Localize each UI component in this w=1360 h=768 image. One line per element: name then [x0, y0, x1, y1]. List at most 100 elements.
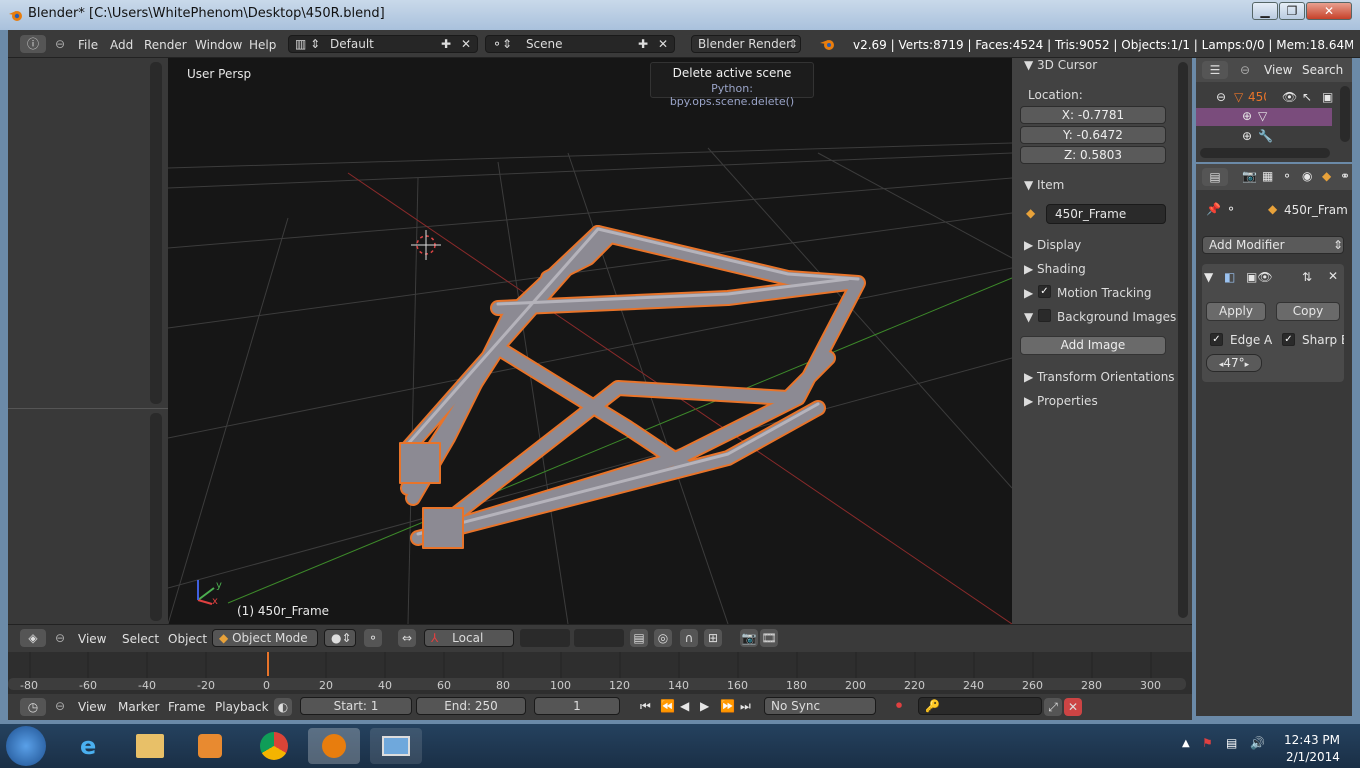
menu-add[interactable]: Add: [110, 38, 133, 52]
panel-motion-tracking[interactable]: ▶: [1024, 286, 1033, 300]
render-animation-icon[interactable]: 🎞: [760, 629, 778, 647]
timeline-menu-view[interactable]: View: [78, 700, 106, 714]
collapse-outliner-icon[interactable]: ⊖: [1240, 63, 1250, 77]
prev-keyframe-icon[interactable]: ⏪: [660, 699, 675, 713]
panel-transform-orientations[interactable]: ▶ Transform Orientations: [1024, 370, 1175, 384]
volume-icon[interactable]: 🔊: [1250, 736, 1265, 750]
render-layers-tab-icon[interactable]: ▦: [1262, 169, 1273, 183]
outliner-row-mesh[interactable]: ⊕ ▽: [1196, 108, 1332, 126]
render-tab-icon[interactable]: 📷: [1242, 169, 1257, 183]
visibility-eye-icon[interactable]: 👁: [1282, 90, 1297, 104]
cursor-z-field[interactable]: Z: 0.5803: [1020, 146, 1166, 164]
sharp-edges-checkbox[interactable]: ✓: [1282, 333, 1295, 346]
start-frame-field[interactable]: Start: 1: [300, 697, 412, 715]
motion-tracking-checkbox[interactable]: ✓: [1038, 285, 1051, 298]
maximize-button[interactable]: ❐: [1279, 2, 1305, 20]
viewport-shading-select[interactable]: ●⇕: [324, 629, 356, 647]
action-center-icon[interactable]: ⚑: [1202, 736, 1213, 750]
collapse-vp-menu-icon[interactable]: ⊖: [55, 631, 65, 645]
proportional-edit-icon[interactable]: ◎: [654, 629, 672, 647]
cursor-y-field[interactable]: Y: -0.6472: [1020, 126, 1166, 144]
close-button[interactable]: ✕: [1306, 2, 1352, 20]
snap-element-icon[interactable]: ⊞: [704, 629, 722, 647]
apply-button[interactable]: Apply: [1206, 302, 1266, 321]
current-frame-field[interactable]: 1: [534, 697, 620, 715]
sync-select[interactable]: No Sync: [764, 697, 876, 715]
scene-tab-icon[interactable]: ⚬: [1282, 169, 1292, 183]
add-modifier-select[interactable]: Add Modifier ⇕: [1202, 236, 1344, 254]
preview-range-icon[interactable]: ◐: [274, 698, 292, 716]
next-keyframe-icon[interactable]: ⏩: [720, 699, 735, 713]
menu-help[interactable]: Help: [249, 38, 276, 52]
scene-selector[interactable]: ⚬⇕ Scene ✚ ✕: [485, 35, 675, 53]
explorer-icon[interactable]: [124, 728, 176, 764]
render-engine-select[interactable]: Blender Render ⇕: [691, 35, 801, 53]
chrome-icon[interactable]: [248, 728, 300, 764]
object-name-field[interactable]: 450r_Frame: [1046, 204, 1166, 224]
outliner-row-modifiers[interactable]: ⊕ 🔧: [1196, 128, 1332, 146]
panel-3d-cursor[interactable]: ▼ 3D Cursor: [1024, 58, 1097, 72]
collapse-timeline-menu-icon[interactable]: ⊖: [55, 699, 65, 713]
panel-shading[interactable]: ▶ Shading: [1024, 262, 1086, 276]
minimize-button[interactable]: ▁: [1252, 2, 1278, 20]
world-tab-icon[interactable]: ◉: [1302, 169, 1312, 183]
vp-menu-view[interactable]: View: [78, 632, 106, 646]
timeline-menu-playback[interactable]: Playback: [215, 700, 269, 714]
selectable-cursor-icon[interactable]: ↖: [1302, 90, 1312, 104]
end-frame-field[interactable]: End: 250: [416, 697, 526, 715]
network-icon[interactable]: ▤: [1226, 736, 1237, 750]
jump-start-icon[interactable]: ⏮: [640, 699, 651, 714]
timeline-menu-marker[interactable]: Marker: [118, 700, 159, 714]
collapse-menu-icon[interactable]: ⊖: [55, 37, 65, 51]
start-button[interactable]: [6, 726, 46, 766]
blender-taskbar-icon[interactable]: [308, 728, 360, 764]
add-image-button[interactable]: Add Image: [1020, 336, 1166, 355]
3d-viewport[interactable]: User Persp (1) 450r_Frame y x: [168, 58, 1012, 624]
play-icon[interactable]: ▶: [700, 699, 709, 713]
npanel-scrollbar[interactable]: [1178, 62, 1188, 618]
manipulator-toggle-icon[interactable]: ⇔: [398, 629, 416, 647]
clock-time[interactable]: 12:43 PM: [1284, 733, 1340, 747]
vp-menu-select[interactable]: Select: [122, 632, 159, 646]
tool-shelf-scrollbar[interactable]: [150, 62, 162, 404]
outliner-editor-icon[interactable]: ☰: [1202, 61, 1228, 79]
outliner-row-object[interactable]: ⊖ ▽ 450r 👁 ↖ ▣: [1196, 88, 1352, 108]
delete-scene-icon[interactable]: ✕: [658, 36, 668, 52]
3d-view-editor-icon[interactable]: ◈: [20, 629, 46, 647]
render-opengl-icon[interactable]: 📷: [740, 629, 758, 647]
media-player-icon[interactable]: [184, 728, 236, 764]
outliner-hscrollbar[interactable]: [1200, 148, 1330, 158]
remove-layout-icon[interactable]: ✕: [461, 36, 471, 52]
modifier-move-icon[interactable]: ⇅: [1302, 270, 1312, 284]
copy-button[interactable]: Copy: [1276, 302, 1340, 321]
play-reverse-icon[interactable]: ◀: [680, 699, 689, 713]
info-editor-icon[interactable]: ⓘ: [20, 35, 46, 53]
expand-mesh-icon[interactable]: ⊕: [1242, 109, 1252, 123]
properties-editor-icon[interactable]: ▤: [1202, 168, 1228, 186]
outliner-view-menu[interactable]: View: [1264, 63, 1292, 77]
constraints-tab-icon[interactable]: ⚭: [1340, 169, 1350, 183]
timeline-editor-icon[interactable]: ◷: [20, 698, 46, 716]
cursor-x-field[interactable]: X: -0.7781: [1020, 106, 1166, 124]
keying-set-field[interactable]: 🔑: [918, 697, 1042, 715]
tool-shelf-scrollbar-lower[interactable]: [150, 413, 162, 621]
split-angle-field[interactable]: ◂47°▸: [1206, 354, 1262, 372]
snap-magnet-icon[interactable]: ∩: [680, 629, 698, 647]
expand-modifiers-icon[interactable]: ⊕: [1242, 129, 1252, 143]
photo-viewer-icon[interactable]: [370, 728, 422, 764]
add-layout-icon[interactable]: ✚: [441, 36, 451, 52]
record-icon[interactable]: ⏺: [896, 698, 902, 713]
background-images-checkbox[interactable]: [1038, 309, 1051, 322]
panel-item[interactable]: ▼ Item: [1024, 178, 1064, 192]
outliner-vscrollbar[interactable]: [1340, 86, 1350, 142]
expand-icon[interactable]: ⊖: [1216, 90, 1226, 104]
outliner-search-menu[interactable]: Search: [1302, 63, 1343, 77]
panel-display[interactable]: ▶ Display: [1024, 238, 1081, 252]
vp-menu-object[interactable]: Object: [168, 632, 207, 646]
menu-file[interactable]: File: [78, 38, 98, 52]
clock-date[interactable]: 2/1/2014: [1286, 750, 1340, 764]
mode-select[interactable]: ◆ Object Mode: [212, 629, 318, 647]
layout-selector[interactable]: ▥ ⇕ Default ✚ ✕: [288, 35, 478, 53]
pin-icon[interactable]: 📌: [1206, 202, 1221, 216]
jump-end-icon[interactable]: ⏭: [740, 699, 751, 714]
